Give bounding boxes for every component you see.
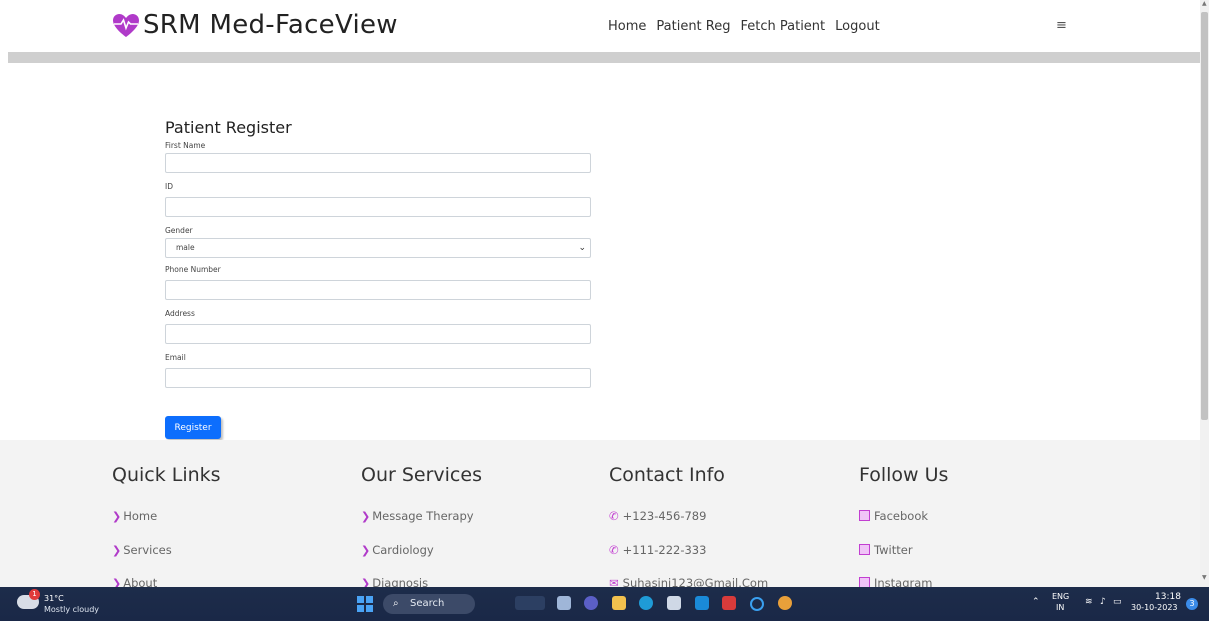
email-input[interactable] <box>165 368 591 388</box>
chevron-right-icon: ❯ <box>112 544 122 557</box>
edge-browser-icon[interactable] <box>639 596 653 610</box>
patient-register-form: Patient Register First Name ID Gender ma… <box>165 118 591 388</box>
chrome-icon[interactable] <box>778 596 792 610</box>
first-name-input[interactable] <box>165 153 591 173</box>
language-bottom[interactable]: IN <box>1056 603 1064 612</box>
scroll-up-arrow-icon[interactable]: ▲ <box>1202 0 1207 7</box>
notification-badge[interactable]: 3 <box>1186 598 1198 610</box>
services-title: Our Services <box>361 464 482 486</box>
missing-image-icon <box>859 544 870 555</box>
phone-icon: ✆ <box>609 543 619 557</box>
search-label: Search <box>410 598 445 609</box>
teams-chat-icon[interactable] <box>584 596 598 610</box>
header-divider <box>8 52 1200 63</box>
follow-title: Follow Us <box>859 464 949 486</box>
chevron-down-icon: ⌄ <box>578 243 586 253</box>
contact-phone-1[interactable]: ✆ +123-456-789 <box>609 509 706 523</box>
chevron-right-icon: ❯ <box>361 510 371 523</box>
footer-service-label: Message Therapy <box>372 509 474 523</box>
follow-facebook[interactable]: Facebook <box>859 509 928 523</box>
speaker-icon[interactable]: ♪ <box>1100 597 1106 607</box>
footer-service-item[interactable]: ❯ Message Therapy <box>361 509 474 523</box>
windows-start-icon[interactable] <box>357 596 373 612</box>
site-header: SRM Med-FaceView Home Patient Reg Fetch … <box>0 0 1200 52</box>
quick-links-column: Quick Links ❯ Home ❯ Services ❯ About <box>112 464 221 590</box>
task-view-icon[interactable] <box>557 596 571 610</box>
scroll-down-arrow-icon[interactable]: ▼ <box>1202 574 1207 581</box>
follow-column: Follow Us Facebook Twitter Instagram <box>859 464 949 590</box>
services-column: Our Services ❯ Message Therapy ❯ Cardiolog… <box>361 464 482 590</box>
weather-description: Mostly cloudy <box>44 605 99 614</box>
chevron-right-icon: ❯ <box>361 544 371 557</box>
follow-twitter[interactable]: Twitter <box>859 543 913 557</box>
id-input[interactable] <box>165 197 591 217</box>
contact-phone-text: +123-456-789 <box>622 509 707 523</box>
search-highlight-icon[interactable] <box>515 596 545 610</box>
phone-input[interactable] <box>165 280 591 300</box>
address-input[interactable] <box>165 324 591 344</box>
follow-label: Facebook <box>874 509 929 523</box>
page-scrollbar[interactable]: ▲ ▼ <box>1200 0 1209 587</box>
heart-pulse-icon <box>113 14 139 37</box>
footer-service-label: Cardiology <box>372 543 434 557</box>
footer-service-item[interactable]: ❯ Cardiology <box>361 543 434 557</box>
search-icon: ⌕ <box>393 598 399 609</box>
follow-label: Twitter <box>874 543 913 557</box>
brand-logo[interactable]: SRM Med-FaceView <box>111 10 398 40</box>
phone-icon: ✆ <box>609 509 619 523</box>
taskbar-search[interactable]: ⌕ Search <box>383 594 475 614</box>
main-nav: Home Patient Reg Fetch Patient Logout <box>608 19 880 34</box>
footer-link-home[interactable]: ❯ Home <box>112 509 157 523</box>
address-label: Address <box>165 309 195 318</box>
windows-taskbar: 1 31°C Mostly cloudy ⌕ Search ⌃ ENG IN ≋… <box>0 587 1209 621</box>
footer-link-services[interactable]: ❯ Services <box>112 543 172 557</box>
contact-phone-text: +111-222-333 <box>622 543 707 557</box>
nav-logout[interactable]: Logout <box>835 19 880 34</box>
battery-icon[interactable]: ▭ <box>1113 597 1122 607</box>
site-footer: Quick Links ❯ Home ❯ Services ❯ About Our S… <box>0 440 1200 590</box>
chevron-right-icon: ❯ <box>112 510 122 523</box>
chevron-up-icon[interactable]: ⌃ <box>1032 597 1040 607</box>
cortana-icon[interactable] <box>750 597 764 611</box>
email-label: Email <box>165 353 186 362</box>
quick-links-title: Quick Links <box>112 464 221 486</box>
gender-select[interactable]: male ⌄ <box>165 238 591 258</box>
app-l-icon[interactable] <box>695 596 709 610</box>
gender-label: Gender <box>165 226 193 235</box>
weather-temperature: 31°C <box>44 594 64 603</box>
register-button[interactable]: Register <box>165 416 221 439</box>
contact-title: Contact Info <box>609 464 725 486</box>
wifi-icon[interactable]: ≋ <box>1085 597 1093 607</box>
hamburger-menu-icon[interactable]: ≡ <box>1056 18 1067 33</box>
brand-name: SRM Med-FaceView <box>143 10 398 40</box>
weather-badge: 1 <box>29 589 40 600</box>
id-label: ID <box>165 182 173 191</box>
contact-phone-2[interactable]: ✆ +111-222-333 <box>609 543 706 557</box>
clock-time[interactable]: 13:18 <box>1155 592 1181 602</box>
form-title: Patient Register <box>165 118 292 137</box>
contact-column: Contact Info ✆ +123-456-789 ✆ +111-222-333… <box>609 464 768 590</box>
gender-selected-value: male <box>176 243 195 252</box>
microsoft-store-icon[interactable] <box>667 596 681 610</box>
nav-home[interactable]: Home <box>608 19 646 34</box>
language-top[interactable]: ENG <box>1052 592 1069 601</box>
clock-date[interactable]: 30-10-2023 <box>1131 603 1178 612</box>
file-explorer-icon[interactable] <box>612 596 626 610</box>
phone-label: Phone Number <box>165 265 221 274</box>
scrollbar-thumb[interactable] <box>1201 12 1208 420</box>
mcafee-icon[interactable] <box>722 596 736 610</box>
footer-link-label: Services <box>123 543 172 557</box>
nav-fetch-patient[interactable]: Fetch Patient <box>741 19 826 34</box>
missing-image-icon <box>859 510 870 521</box>
footer-link-label: Home <box>123 509 158 523</box>
nav-patient-reg[interactable]: Patient Reg <box>656 19 730 34</box>
first-name-label: First Name <box>165 141 206 150</box>
